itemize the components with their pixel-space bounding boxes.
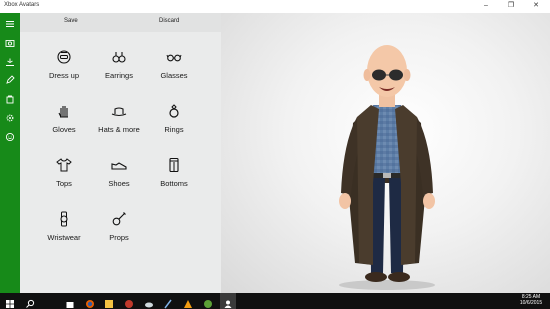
earrings-icon — [112, 52, 126, 63]
discard-button[interactable]: Discard — [159, 18, 179, 24]
tile-label: Tops — [56, 179, 72, 188]
tile-earrings[interactable]: Earrings — [91, 49, 147, 91]
app-icon — [105, 300, 113, 308]
start-icon — [6, 300, 14, 308]
tile-rings[interactable]: Rings — [146, 103, 202, 145]
command-bar: Save Discard — [20, 13, 221, 32]
taskbar-xbox-avatars[interactable] — [223, 296, 233, 308]
body-icon — [6, 58, 14, 66]
nav-style[interactable] — [0, 71, 20, 89]
tile-label: Shoes — [108, 179, 130, 188]
maximize-button[interactable]: ❐ — [502, 0, 520, 13]
taskbar: 8:25 AM 10/6/2015 — [0, 293, 550, 309]
close-button[interactable]: ✕ — [527, 0, 545, 13]
taskbar-cloud[interactable] — [144, 296, 154, 308]
taskbar-vlc[interactable] — [183, 296, 193, 308]
firefox-icon — [86, 300, 94, 308]
store-icon — [66, 302, 74, 308]
smiley-icon — [5, 132, 15, 142]
minimize-button[interactable]: – — [477, 0, 495, 13]
nav-settings[interactable] — [0, 109, 20, 127]
gear-icon — [6, 114, 14, 122]
menu-button[interactable] — [0, 15, 20, 33]
clock-date: 10/6/2015 — [519, 300, 543, 306]
title-bar: Xbox Avatars – ❐ ✕ — [0, 0, 550, 13]
tile-hats[interactable]: Hats & more — [91, 103, 147, 145]
search-icon — [26, 299, 35, 308]
category-panel: Save Discard Dress up Earrings Glasses G… — [20, 13, 221, 293]
dress-up-icon — [57, 50, 71, 64]
nav-feedback[interactable] — [0, 128, 20, 146]
clock[interactable]: 8:25 AM 10/6/2015 — [515, 294, 547, 306]
search-button[interactable] — [25, 296, 35, 308]
taskbar-photos[interactable] — [203, 296, 213, 308]
nav-camera[interactable] — [0, 34, 20, 52]
gloves-icon — [58, 106, 68, 118]
nav-rail — [0, 13, 20, 293]
glasses-icon — [166, 54, 182, 62]
avatar-app-icon — [224, 300, 232, 308]
tile-label: Props — [109, 233, 129, 242]
tile-bottoms[interactable]: Bottoms — [146, 157, 202, 199]
app-icon — [125, 300, 133, 308]
tile-glasses[interactable]: Glasses — [146, 49, 202, 91]
tile-label: Wristwear — [47, 233, 81, 242]
nav-body[interactable] — [0, 53, 20, 71]
photos-icon — [204, 300, 212, 308]
taskbar-paint[interactable] — [163, 296, 173, 309]
bag-icon — [6, 95, 14, 104]
shoes-icon — [111, 162, 127, 170]
hat-icon — [111, 107, 127, 117]
tile-label: Rings — [164, 125, 184, 134]
taskbar-app-2[interactable] — [124, 296, 134, 308]
tile-label: Gloves — [52, 125, 76, 134]
tile-tops[interactable]: Tops — [36, 157, 92, 199]
tile-props[interactable]: Props — [91, 211, 147, 253]
tile-label: Dress up — [48, 71, 79, 80]
tile-dress-up[interactable]: Dress up — [36, 49, 92, 91]
taskbar-app[interactable] — [104, 296, 114, 308]
tops-icon — [56, 158, 72, 172]
bottoms-icon — [169, 157, 179, 173]
save-button[interactable]: Save — [64, 18, 78, 24]
nav-store[interactable] — [0, 90, 20, 108]
avatar-figure — [339, 45, 435, 290]
camera-icon — [5, 40, 15, 47]
taskbar-firefox[interactable] — [85, 296, 95, 308]
guitar-icon — [112, 212, 126, 226]
vlc-icon — [184, 300, 192, 308]
hamburger-icon — [6, 21, 14, 27]
tile-gloves[interactable]: Gloves — [36, 103, 92, 145]
pencil-icon — [6, 75, 15, 84]
tile-label: Hats & more — [98, 125, 140, 134]
window-title: Xbox Avatars — [4, 2, 40, 8]
tile-label: Earrings — [105, 71, 133, 80]
tile-label: Bottoms — [160, 179, 188, 188]
tile-label: Glasses — [160, 71, 188, 80]
tile-wristwear[interactable]: Wristwear — [36, 211, 92, 253]
cloud-icon — [145, 302, 153, 308]
start-button[interactable] — [5, 296, 15, 308]
taskbar-store[interactable] — [65, 296, 75, 308]
tile-shoes[interactable]: Shoes — [91, 157, 147, 199]
ring-icon — [169, 104, 179, 118]
watch-icon — [60, 211, 68, 227]
avatar-stage[interactable] — [221, 13, 550, 293]
paint-icon — [164, 299, 172, 309]
